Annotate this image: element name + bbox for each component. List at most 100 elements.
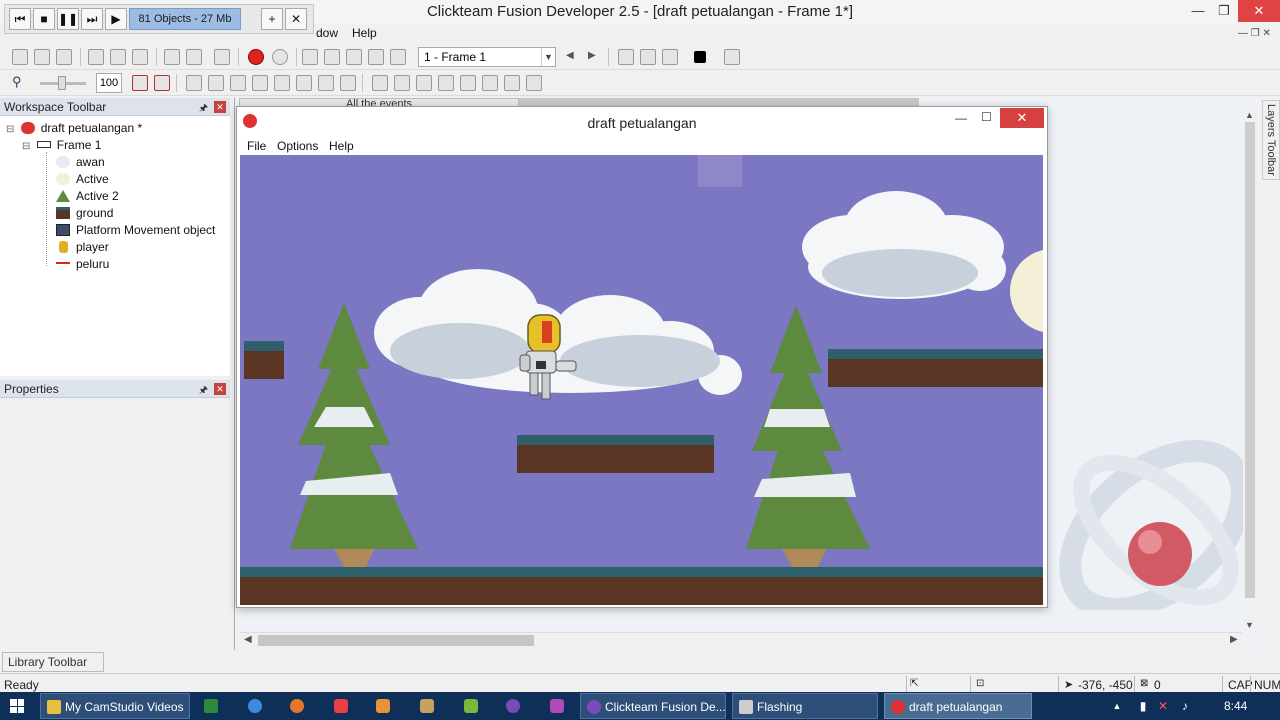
tray-expand-icon[interactable]: ▲	[1110, 699, 1124, 713]
zoom-icon[interactable]: ⚲	[12, 74, 22, 90]
network-icon[interactable]: ✕	[1156, 699, 1170, 713]
volume-icon[interactable]: ♪	[1178, 699, 1192, 713]
image-app-icon[interactable]	[376, 699, 390, 713]
help-icon[interactable]	[214, 49, 230, 65]
copy-icon[interactable]	[110, 49, 126, 65]
move-front-icon[interactable]	[482, 75, 498, 91]
menu-window[interactable]: dow	[316, 26, 338, 40]
app-icon[interactable]	[334, 699, 348, 713]
game-close-button[interactable]: ✕	[1000, 108, 1044, 128]
add-watch-button[interactable]: +	[261, 8, 283, 30]
restore-button[interactable]: ❐	[1210, 0, 1238, 22]
play-button[interactable]: ▶	[105, 8, 127, 30]
frame-editor-icon[interactable]	[324, 49, 340, 65]
snap-icon[interactable]	[154, 75, 170, 91]
event-editor-icon[interactable]	[346, 49, 362, 65]
tree-item-player[interactable]: player	[56, 239, 109, 256]
tree-item-awan[interactable]: awan	[56, 154, 105, 171]
taskbar-item-clickteam[interactable]: Clickteam Fusion De...	[580, 693, 726, 719]
distribute-icon[interactable]	[340, 75, 356, 91]
options-icon[interactable]	[724, 49, 740, 65]
taskbar-item-camstudio[interactable]: My CamStudio Videos	[40, 693, 190, 719]
game-menu-help[interactable]: Help	[329, 139, 354, 153]
save-icon[interactable]	[56, 49, 72, 65]
text-icon[interactable]	[252, 75, 268, 91]
frame-select[interactable]: 1 - Frame 1 ▼	[418, 47, 556, 67]
align-left-icon[interactable]	[186, 75, 202, 91]
grid-icon[interactable]	[132, 75, 148, 91]
collapse-icon[interactable]: ⊟	[22, 141, 30, 152]
vertical-scrollbar-thumb[interactable]	[1245, 122, 1255, 598]
scroll-down-icon[interactable]: ▼	[1245, 620, 1254, 630]
redo-icon[interactable]	[186, 49, 202, 65]
scroll-right-icon[interactable]: ▶	[1230, 634, 1238, 645]
build-icon[interactable]	[662, 49, 678, 65]
clock[interactable]: 8:44	[1224, 699, 1247, 713]
game-menu-file[interactable]: File	[247, 139, 266, 153]
new-icon[interactable]	[12, 49, 28, 65]
zoom-input[interactable]: 100	[96, 73, 122, 93]
tree-item-platform-movement[interactable]: Platform Movement object	[56, 222, 215, 239]
close-icon[interactable]: ✕	[214, 101, 226, 113]
pattern-icon[interactable]	[460, 75, 476, 91]
checker-icon[interactable]	[274, 75, 290, 91]
scroll-up-icon[interactable]: ▲	[1245, 110, 1254, 120]
table-icon[interactable]	[526, 75, 542, 91]
align-top-icon[interactable]	[296, 75, 312, 91]
battery-icon[interactable]: ▮	[1136, 699, 1150, 713]
close-debugger-button[interactable]: ✕	[285, 8, 307, 30]
tree-item-ground[interactable]: ground	[56, 205, 113, 222]
zoom-slider-thumb[interactable]	[58, 76, 66, 90]
tool-icon[interactable]	[420, 699, 434, 713]
game-maximize-button[interactable]: ☐	[981, 110, 992, 124]
library-toolbar-tab[interactable]: Library Toolbar	[2, 652, 104, 672]
taskbar-item-draft-petualangan[interactable]: draft petualangan	[884, 693, 1032, 719]
align-center-icon[interactable]	[208, 75, 224, 91]
excel-icon[interactable]	[204, 699, 218, 713]
stop-button[interactable]: ■	[33, 8, 55, 30]
mdi-controls[interactable]: — ❐ ✕	[1238, 28, 1278, 42]
step-button[interactable]: ⏭	[81, 8, 103, 30]
next-frame-icon[interactable]: ▶	[588, 50, 596, 61]
undo-icon[interactable]	[164, 49, 180, 65]
open-icon[interactable]	[34, 49, 50, 65]
firefox-icon[interactable]	[290, 699, 304, 713]
tree-item-frame[interactable]: ⊟ Frame 1	[22, 137, 101, 154]
horizontal-scrollbar-thumb[interactable]	[258, 635, 534, 646]
tree-item-active[interactable]: Active	[56, 171, 109, 188]
start-button[interactable]	[10, 699, 24, 713]
collapse-icon[interactable]: ⊟	[6, 124, 14, 135]
run-app-icon[interactable]	[640, 49, 656, 65]
ie-icon[interactable]	[248, 699, 262, 713]
chevron-down-icon[interactable]: ▼	[541, 48, 555, 66]
back-icon[interactable]	[248, 49, 264, 65]
event-list-icon[interactable]	[368, 49, 384, 65]
close-icon[interactable]: ✕	[214, 383, 226, 395]
tree-item-app[interactable]: ⊟ draft petualangan *	[6, 120, 142, 137]
order-back-icon[interactable]	[416, 75, 432, 91]
move-back-icon[interactable]	[504, 75, 520, 91]
game-menu-options[interactable]: Options	[277, 139, 318, 153]
stop-run-icon[interactable]	[694, 51, 706, 63]
scroll-left-icon[interactable]: ◀	[244, 634, 252, 645]
align-right-icon[interactable]	[230, 75, 246, 91]
tree-item-peluru[interactable]: peluru	[56, 256, 109, 273]
menu-help[interactable]: Help	[352, 26, 377, 40]
restart-button[interactable]: ⏮	[9, 8, 31, 30]
game-minimize-button[interactable]: —	[955, 111, 967, 125]
tree-item-active-2[interactable]: Active 2	[56, 188, 119, 205]
prev-frame-icon[interactable]: ◀	[566, 50, 574, 61]
minimize-button[interactable]: —	[1184, 0, 1212, 22]
align-middle-icon[interactable]	[318, 75, 334, 91]
close-button[interactable]: ✕	[1238, 0, 1280, 22]
paint-icon[interactable]	[550, 699, 564, 713]
text-style-icon[interactable]	[438, 75, 454, 91]
run-frame-icon[interactable]	[618, 49, 634, 65]
forward-icon[interactable]	[272, 49, 288, 65]
game-canvas[interactable]	[240, 155, 1043, 605]
paste-icon[interactable]	[132, 49, 148, 65]
cut-icon[interactable]	[88, 49, 104, 65]
storyboard-icon[interactable]	[302, 49, 318, 65]
android-icon[interactable]	[464, 699, 478, 713]
data-elements-icon[interactable]	[390, 49, 406, 65]
